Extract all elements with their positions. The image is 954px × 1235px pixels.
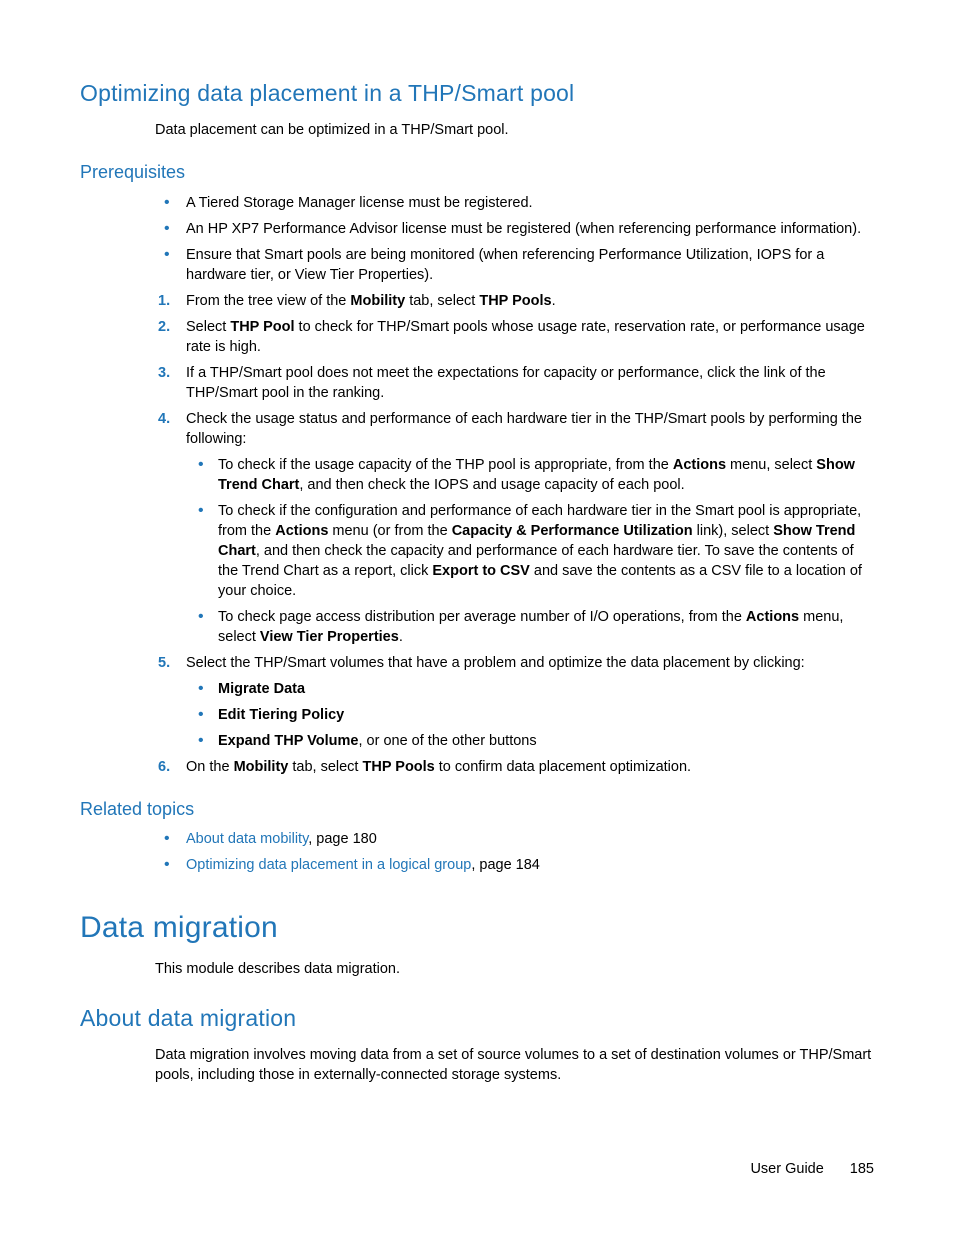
list-item: A Tiered Storage Manager license must be… [158,193,874,213]
steps-list: 1. From the tree view of the Mobility ta… [158,291,874,777]
section-heading-data-migration: Data migration [80,907,874,948]
section-intro: Data migration involves moving data from… [155,1045,874,1085]
prerequisites-list: A Tiered Storage Manager license must be… [158,193,874,285]
list-item-text: To check page access distribution per av… [218,609,843,645]
step-number: 3. [158,363,170,383]
step-text: Select the THP/Smart volumes that have a… [186,655,805,671]
list-item-text: An HP XP7 Performance Advisor license mu… [186,221,861,237]
step-item: 2. Select THP Pool to check for THP/Smar… [158,317,874,357]
list-item: To check if the usage capacity of the TH… [192,455,874,495]
list-item-text: To check if the usage capacity of the TH… [218,457,855,493]
step-item: 1. From the tree view of the Mobility ta… [158,291,874,311]
list-item: Ensure that Smart pools are being monito… [158,245,874,285]
step-item: 3. If a THP/Smart pool does not meet the… [158,363,874,403]
list-item-text: Expand THP Volume, or one of the other b… [218,733,537,749]
list-item: Optimizing data placement in a logical g… [158,855,874,875]
step-number: 1. [158,291,170,311]
list-item: Migrate Data [192,679,874,699]
step-number: 6. [158,757,170,777]
sub-steps-list: To check if the usage capacity of the TH… [192,455,874,647]
related-tail: , page 184 [471,857,540,873]
section-heading-optimizing: Optimizing data placement in a THP/Smart… [80,78,874,110]
related-topics-list: About data mobility, page 180 Optimizing… [158,829,874,875]
step-item: 4. Check the usage status and performanc… [158,409,874,647]
step-number: 2. [158,317,170,337]
related-tail: , page 180 [308,831,377,847]
section-heading-about-data-migration: About data migration [80,1003,874,1035]
step-item: 5. Select the THP/Smart volumes that hav… [158,653,874,751]
list-item: An HP XP7 Performance Advisor license mu… [158,219,874,239]
list-item-text: Migrate Data [218,681,305,697]
step-text: From the tree view of the Mobility tab, … [186,293,556,309]
step-text: If a THP/Smart pool does not meet the ex… [186,365,826,401]
sub-steps-list: Migrate Data Edit Tiering Policy Expand … [192,679,874,751]
related-topics-heading: Related topics [80,797,874,822]
list-item: Expand THP Volume, or one of the other b… [192,731,874,751]
step-text: On the Mobility tab, select THP Pools to… [186,759,691,775]
related-link-optimizing-logical-group[interactable]: Optimizing data placement in a logical g… [186,857,471,873]
list-item-text: Ensure that Smart pools are being monito… [186,247,824,283]
step-text: Select THP Pool to check for THP/Smart p… [186,319,865,355]
section-intro: This module describes data migration. [155,959,874,979]
list-item-text: To check if the configuration and perfor… [218,503,862,599]
list-item-text: Edit Tiering Policy [218,707,344,723]
page-footer: User Guide 185 [750,1159,874,1179]
step-number: 4. [158,409,170,429]
related-link-about-data-mobility[interactable]: About data mobility [186,831,308,847]
list-item: To check page access distribution per av… [192,607,874,647]
prerequisites-heading: Prerequisites [80,160,874,185]
list-item: To check if the configuration and perfor… [192,501,874,601]
list-item: About data mobility, page 180 [158,829,874,849]
list-item: Edit Tiering Policy [192,705,874,725]
step-text: Check the usage status and performance o… [186,411,862,447]
step-number: 5. [158,653,170,673]
step-item: 6. On the Mobility tab, select THP Pools… [158,757,874,777]
list-item-text: A Tiered Storage Manager license must be… [186,195,533,211]
section-intro: Data placement can be optimized in a THP… [155,120,874,140]
footer-label: User Guide [750,1161,823,1177]
page-number: 185 [850,1161,874,1177]
